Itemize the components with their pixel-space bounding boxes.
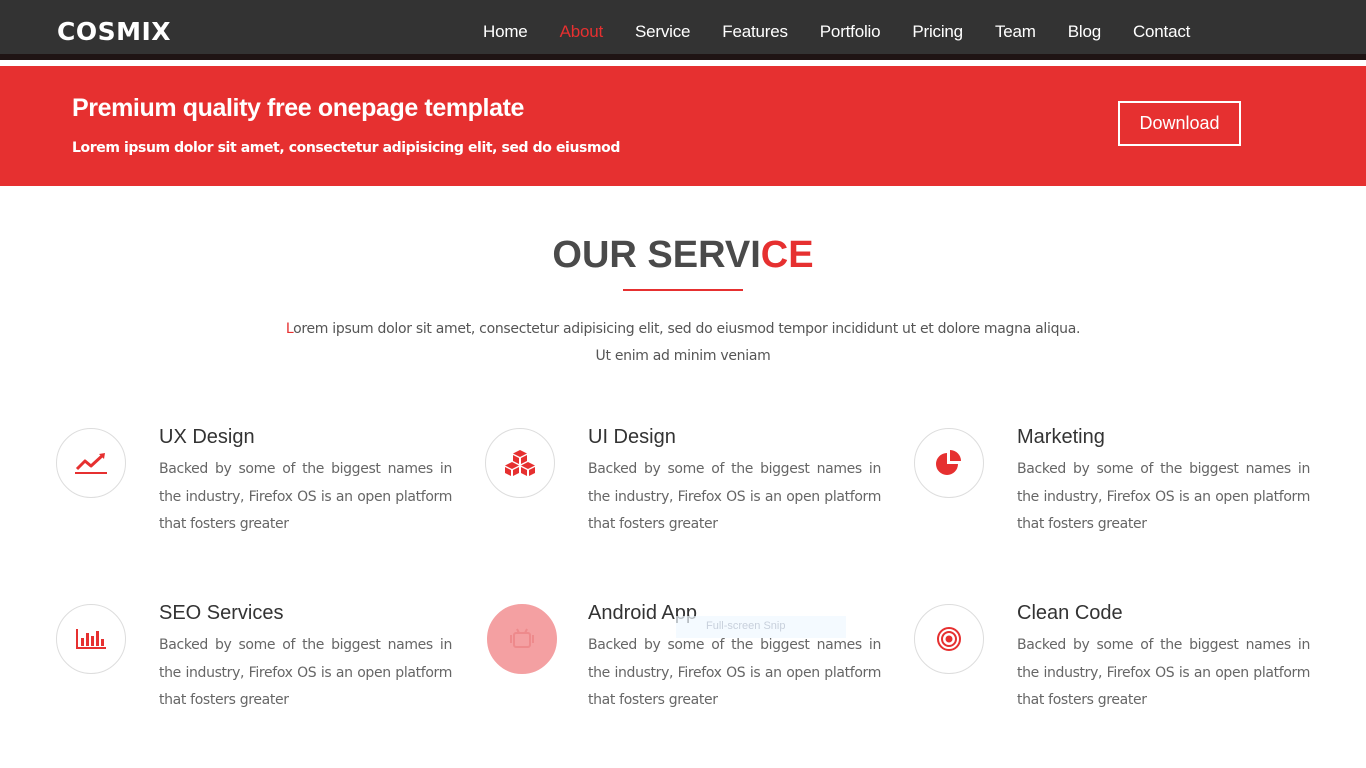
service-item-seo-services: SEO Services Backed by some of the bigge… — [56, 602, 456, 724]
service-description: Backed by some of the biggest names in t… — [1017, 637, 1310, 708]
nav-item-portfolio[interactable]: Portfolio — [820, 22, 881, 42]
nav-item-blog[interactable]: Blog — [1068, 22, 1101, 42]
service-description: Backed by some of the biggest names in t… — [588, 461, 881, 532]
bar-chart-icon — [76, 629, 106, 649]
service-title: UX Design — [159, 426, 255, 448]
service-item-ux-design: UX Design Backed by some of the biggest … — [56, 426, 456, 548]
section-description: Lorem ipsum dolor sit amet, consectetur … — [0, 316, 1366, 370]
nav-item-pricing[interactable]: Pricing — [912, 22, 963, 42]
service-item-clean-code: Clean Code Backed by some of the biggest… — [914, 602, 1314, 724]
nav-item-features[interactable]: Features — [722, 22, 788, 42]
navbar: COSMIX Home About Service Features Portf… — [0, 0, 1366, 60]
desc-line-2: Ut enim ad minim veniam — [595, 348, 771, 364]
section-title-main: OUR SERVI — [552, 234, 761, 276]
android-icon — [510, 628, 534, 648]
service-title: SEO Services — [159, 602, 284, 624]
snip-tooltip: Full-screen Snip — [676, 616, 846, 638]
nav-item-team[interactable]: Team — [995, 22, 1036, 42]
service-icon-circle[interactable] — [485, 428, 555, 498]
service-title: UI Design — [588, 426, 676, 448]
nav-item-contact[interactable]: Contact — [1133, 22, 1190, 42]
section-title: OUR SERVICE — [0, 234, 1366, 277]
service-item-ui-design: UI Design Backed by some of the biggest … — [485, 426, 885, 548]
cubes-icon — [505, 450, 535, 476]
service-icon-circle[interactable] — [487, 604, 557, 674]
nav-item-service[interactable]: Service — [635, 22, 690, 42]
main-nav: Home About Service Features Portfolio Pr… — [483, 22, 1222, 42]
target-icon — [937, 627, 961, 651]
service-description: Backed by some of the biggest names in t… — [159, 637, 452, 708]
line-chart-icon — [75, 453, 107, 474]
service-icon-circle[interactable] — [56, 604, 126, 674]
banner-title: Premium quality free onepage template — [72, 94, 524, 122]
service-icon-circle[interactable] — [56, 428, 126, 498]
brand-logo[interactable]: COSMIX — [57, 17, 171, 46]
section-title-accent: CE — [760, 234, 814, 276]
desc-first-letter: L — [285, 321, 294, 337]
service-title: Clean Code — [1017, 602, 1123, 624]
service-description: Backed by some of the biggest names in t… — [159, 461, 452, 532]
pie-chart-icon — [936, 450, 961, 475]
title-underline — [623, 289, 743, 291]
nav-item-home[interactable]: Home — [483, 22, 528, 42]
download-button[interactable]: Download — [1118, 101, 1241, 146]
service-icon-circle[interactable] — [914, 604, 984, 674]
banner-subtitle: Lorem ipsum dolor sit amet, consectetur … — [72, 140, 620, 156]
desc-line-1: orem ipsum dolor sit amet, consectetur a… — [293, 321, 1081, 337]
service-description: Backed by some of the biggest names in t… — [588, 637, 881, 708]
service-item-marketing: Marketing Backed by some of the biggest … — [914, 426, 1314, 548]
service-description: Backed by some of the biggest names in t… — [1017, 461, 1310, 532]
service-icon-circle[interactable] — [914, 428, 984, 498]
promo-banner: Premium quality free onepage template Lo… — [0, 66, 1366, 186]
nav-item-about[interactable]: About — [560, 22, 604, 42]
service-title: Marketing — [1017, 426, 1105, 448]
